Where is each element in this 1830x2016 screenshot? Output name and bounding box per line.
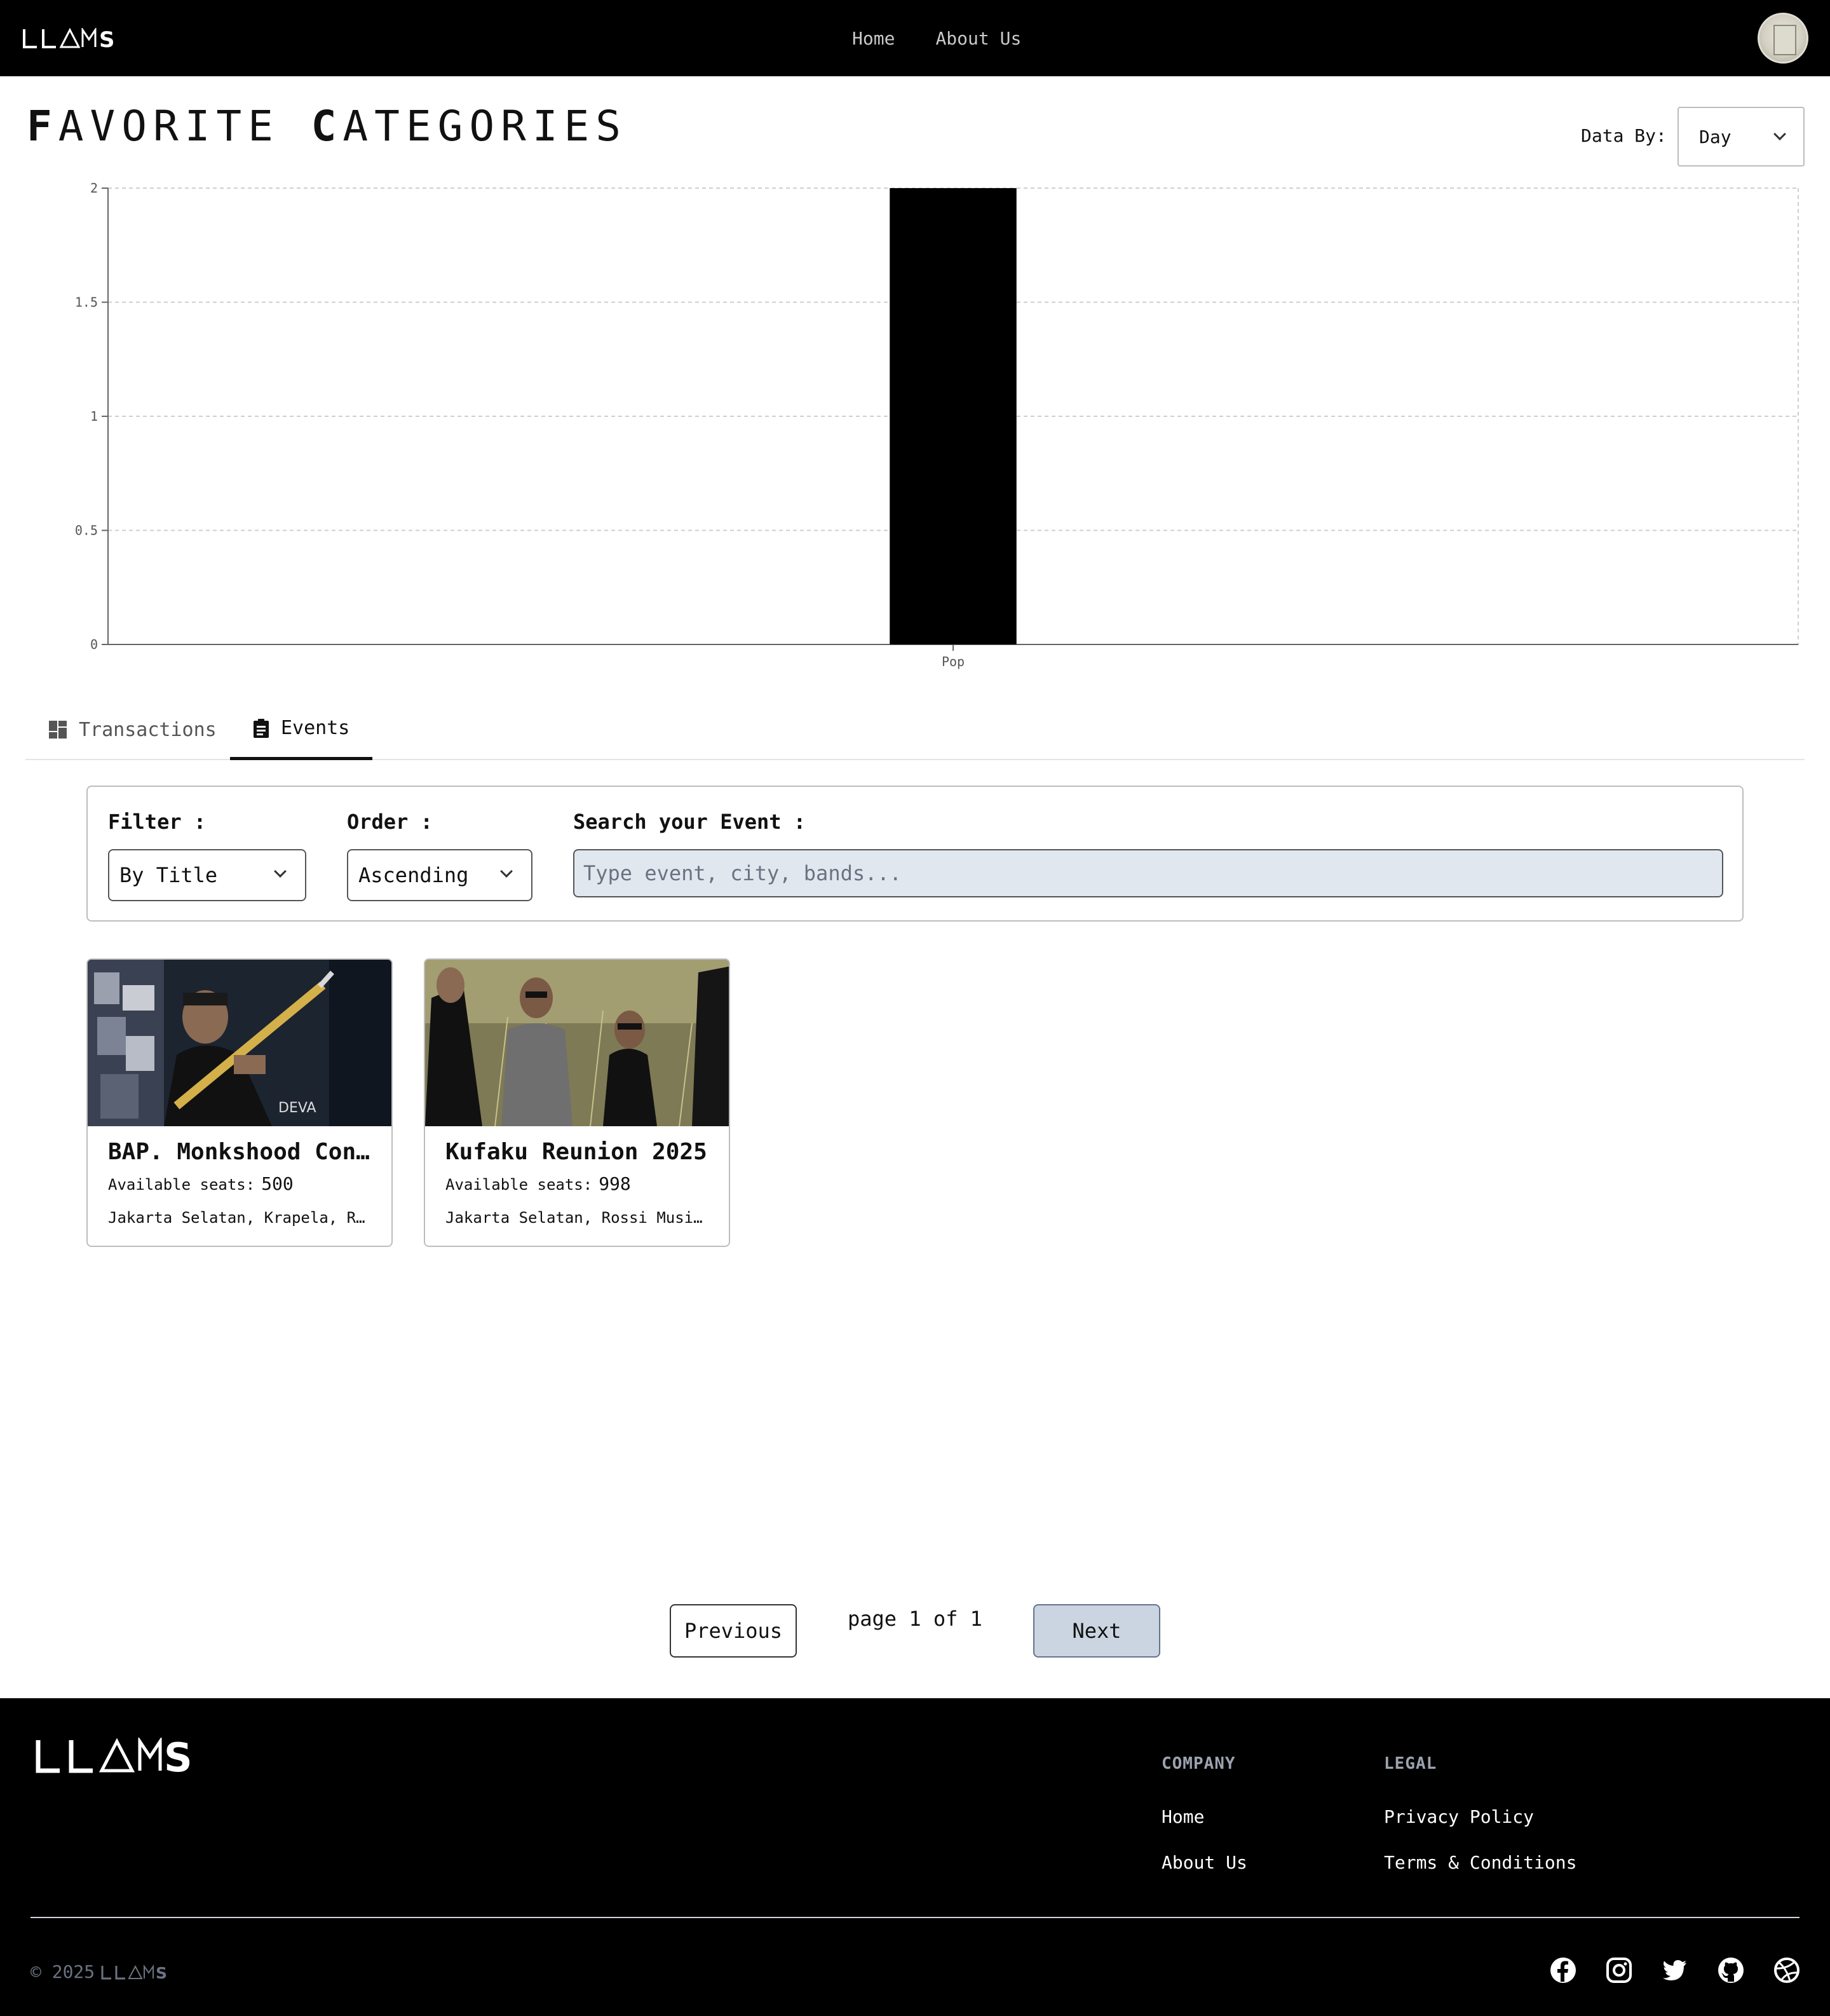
- svg-text:S: S: [99, 28, 114, 48]
- event-seats: Available seats: 998: [445, 1173, 631, 1194]
- filter-select-value: By Title: [119, 863, 218, 887]
- y-tick-label: 1.5: [75, 295, 98, 310]
- footer-company-heading: COMPANY: [1162, 1754, 1236, 1773]
- tab-events-label: Events: [281, 717, 350, 739]
- seats-count: 500: [261, 1173, 294, 1194]
- svg-text:S: S: [156, 1965, 167, 1980]
- order-select-value: Ascending: [358, 863, 469, 887]
- chevron-down-icon: [274, 865, 287, 878]
- footer-divider: [30, 1917, 1800, 1918]
- svg-text:S: S: [164, 1738, 193, 1773]
- top-navbar: S Home About Us: [0, 0, 1830, 76]
- y-tick-label: 0: [90, 637, 98, 652]
- tab-events[interactable]: Events: [230, 699, 373, 760]
- order-select[interactable]: Ascending: [347, 849, 532, 901]
- seats-label: Available seats:: [108, 1176, 255, 1194]
- chevron-down-icon: [500, 865, 513, 878]
- y-tick-label: 1: [90, 409, 98, 424]
- page-title: FAVORITE CATEGORIES: [27, 102, 627, 151]
- search-label: Search your Event :: [573, 810, 806, 834]
- copyright-text: © 2025: [30, 1961, 95, 1982]
- brand-logo[interactable]: S: [23, 28, 114, 48]
- svg-text:DEVA: DEVA: [278, 1100, 316, 1116]
- event-seats: Available seats: 500: [108, 1173, 294, 1194]
- site-footer: S COMPANY Home About Us LEGAL Privacy Po…: [0, 1698, 1830, 2016]
- instagram-icon[interactable]: [1605, 1956, 1633, 1984]
- dashboard-icon: [49, 721, 67, 739]
- filter-select[interactable]: By Title: [108, 849, 306, 901]
- event-filter-panel: Filter : By Title Order : Ascending Sear…: [86, 786, 1744, 922]
- clipboard-icon: [254, 718, 269, 738]
- data-by-label: Data By:: [1581, 125, 1667, 146]
- event-title: Kufaku Reunion 2025: [445, 1139, 707, 1165]
- nav-about-link[interactable]: About Us: [935, 28, 1021, 49]
- footer-privacy-link[interactable]: Privacy Policy: [1384, 1806, 1534, 1827]
- event-location: Jakarta Selatan, Krapela, R…: [108, 1209, 365, 1227]
- tab-bar: Transactions Events: [25, 699, 1805, 760]
- tab-transactions-label: Transactions: [79, 718, 217, 741]
- y-tick-label: 0.5: [75, 523, 98, 538]
- x-tick-label: Pop: [942, 654, 965, 669]
- logo-mark: S: [36, 1738, 193, 1773]
- footer-home-link[interactable]: Home: [1162, 1806, 1204, 1827]
- category-bar-chart: 0 0.5 1 1.5 2 Pop: [75, 180, 1799, 669]
- event-card[interactable]: DEVA BAP. Monkshood Con… Available seats…: [86, 958, 393, 1247]
- page-indicator: page 1 of 1: [848, 1607, 982, 1631]
- copyright: © 2025 S: [30, 1961, 167, 1982]
- logo-mark: S: [23, 28, 114, 48]
- next-page-button[interactable]: Next: [1033, 1604, 1160, 1658]
- footer-terms-link[interactable]: Terms & Conditions: [1384, 1852, 1576, 1873]
- filter-label: Filter :: [108, 810, 207, 834]
- title-word-2: ATEGORIES: [342, 102, 628, 151]
- seats-label: Available seats:: [445, 1176, 593, 1194]
- event-location: Jakarta Selatan, Rossi Musi…: [445, 1209, 703, 1227]
- event-title: BAP. Monkshood Con…: [108, 1139, 370, 1165]
- tab-transactions[interactable]: Transactions: [48, 699, 217, 760]
- title-word-1: AVORITE: [58, 102, 280, 151]
- event-image: DEVA: [88, 960, 391, 1126]
- twitter-icon[interactable]: [1661, 1956, 1689, 1984]
- footer-logo[interactable]: S: [36, 1738, 198, 1773]
- footer-about-link[interactable]: About Us: [1162, 1852, 1247, 1873]
- copyright-logo: S: [101, 1964, 167, 1980]
- data-by-select[interactable]: Day: [1678, 107, 1805, 167]
- avatar-image: [1773, 25, 1796, 55]
- previous-page-button[interactable]: Previous: [670, 1604, 797, 1658]
- chevron-down-icon: [1773, 128, 1786, 140]
- event-image: [425, 960, 729, 1126]
- seats-count: 998: [599, 1173, 631, 1194]
- github-icon[interactable]: [1717, 1956, 1745, 1984]
- event-search-input[interactable]: [573, 849, 1723, 897]
- title-cap-2: C: [311, 102, 343, 151]
- nav-home-link[interactable]: Home: [852, 28, 895, 49]
- facebook-icon[interactable]: [1549, 1956, 1577, 1984]
- data-by-value: Day: [1699, 126, 1732, 147]
- dribbble-icon[interactable]: [1773, 1956, 1801, 1984]
- title-cap-1: F: [27, 102, 58, 151]
- top-nav: Home About Us: [852, 0, 1021, 76]
- order-label: Order :: [347, 810, 433, 834]
- footer-legal-heading: LEGAL: [1384, 1754, 1437, 1773]
- chart-bars: [890, 188, 1017, 644]
- event-card[interactable]: Kufaku Reunion 2025 Available seats: 998 …: [424, 958, 730, 1247]
- user-avatar[interactable]: [1758, 13, 1808, 64]
- y-tick-label: 2: [90, 180, 98, 196]
- bar-pop: [890, 188, 1017, 644]
